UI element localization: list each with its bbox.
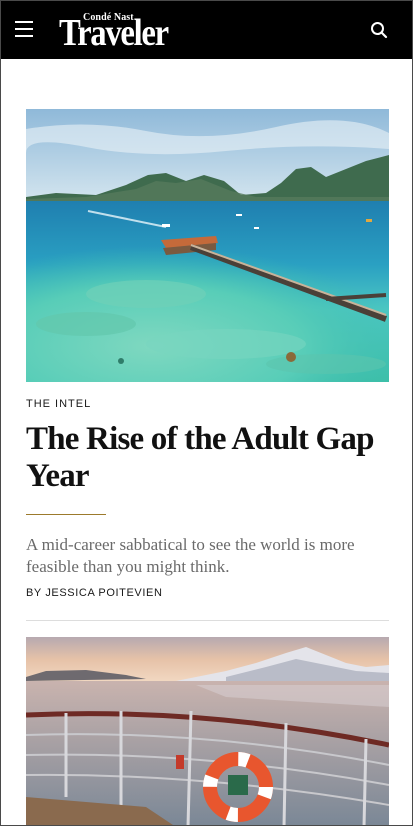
article-title[interactable]: The Rise of the Adult Gap Year: [26, 421, 386, 495]
site-logo[interactable]: Condé Nast Traveler: [59, 9, 179, 54]
article-dek: A mid-career sabbatical to see the world…: [26, 535, 355, 576]
gold-divider: [26, 514, 106, 515]
logo-wordmark: Traveler: [59, 12, 169, 54]
article-rubric[interactable]: THE INTEL: [26, 398, 91, 410]
section-divider: [26, 620, 389, 621]
article-byline[interactable]: BY JESSICA POITEVIEN: [26, 587, 163, 599]
second-article-image[interactable]: [26, 637, 389, 825]
search-icon[interactable]: [370, 21, 388, 39]
site-header: Condé Nast Traveler: [1, 1, 412, 59]
hero-image[interactable]: [26, 109, 389, 382]
page-frame: Condé Nast Traveler THE INTEL The Rise o…: [0, 0, 413, 826]
hamburger-menu-icon[interactable]: [15, 21, 37, 39]
